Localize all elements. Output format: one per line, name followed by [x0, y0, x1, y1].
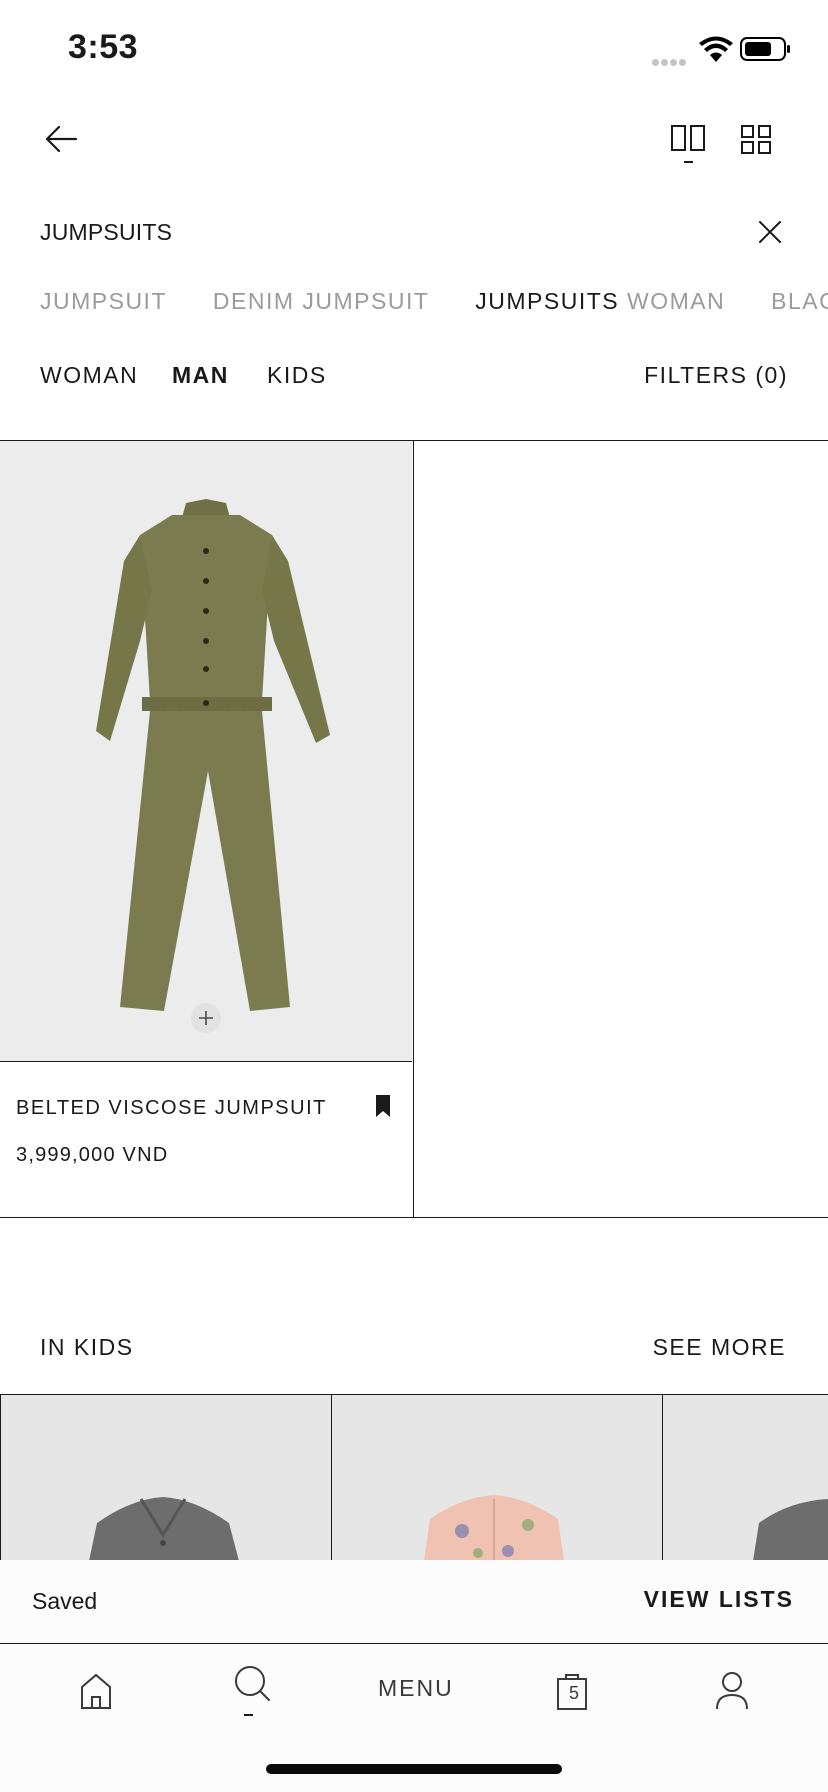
product-name[interactable]: BELTED VISCOSE JUMPSUIT: [16, 1097, 327, 1120]
wifi-icon: [699, 36, 733, 62]
status-time: 3:53: [68, 28, 139, 66]
search-suggestions: JUMPSUIT DENIM JUMPSUIT JUMPSUITS WOMAN …: [40, 288, 828, 322]
kids-product-card[interactable]: [0, 1395, 331, 1560]
section-title: IN KIDS: [40, 1334, 134, 1360]
back-button[interactable]: [40, 118, 82, 160]
saved-label: Saved: [32, 1588, 98, 1614]
suggestion-chip[interactable]: JUMPSUITS WOMAN: [475, 288, 725, 315]
search-bar: [40, 210, 788, 254]
two-column-view-icon[interactable]: [670, 118, 706, 166]
tab-kids[interactable]: KIDS: [267, 362, 327, 389]
back-arrow-icon: [45, 125, 78, 153]
suggestion-chip[interactable]: BLACK JUMPSUIT: [771, 288, 828, 315]
filters-button[interactable]: FILTERS (0): [644, 362, 788, 389]
tab-woman[interactable]: WOMAN: [40, 362, 138, 389]
product-price: 3,999,000 VND: [16, 1144, 169, 1166]
bag-count-badge: 5: [568, 1683, 579, 1703]
suggestion-chip[interactable]: JUMPSUIT: [40, 288, 167, 315]
search-icon: [235, 1666, 270, 1716]
close-icon[interactable]: [756, 218, 784, 246]
cardigan-image: [1, 1395, 331, 1560]
view-lists-button[interactable]: VIEW LISTS: [644, 1586, 794, 1613]
tab-man[interactable]: MAN: [172, 362, 229, 389]
nav-home[interactable]: [66, 1661, 126, 1721]
four-column-view-icon[interactable]: [738, 118, 774, 154]
jumpsuit-image: [0, 441, 412, 1061]
home-indicator: [266, 1764, 562, 1774]
suggestion-chip[interactable]: DENIM JUMPSUIT: [213, 288, 430, 315]
search-input[interactable]: [40, 210, 680, 254]
product-image[interactable]: [0, 441, 412, 1062]
see-more-link[interactable]: SEE MORE: [653, 1334, 786, 1361]
saved-toast: Saved VIEW LISTS: [0, 1560, 828, 1644]
kids-product-card[interactable]: [662, 1395, 828, 1560]
kids-product-strip: [0, 1394, 828, 1560]
plus-icon[interactable]: [190, 1002, 222, 1034]
nav-menu[interactable]: MENU: [378, 1675, 454, 1702]
user-icon: [716, 1672, 748, 1710]
floral-cardigan-image: [332, 1395, 662, 1560]
category-tabs: WOMAN MAN KIDS FILTERS (0): [40, 362, 788, 396]
status-bar: 3:53: [0, 0, 828, 100]
home-icon: [81, 1673, 111, 1709]
bookmark-icon[interactable]: [374, 1094, 392, 1118]
cellular-signal-icon: [652, 53, 692, 66]
nav-search[interactable]: [222, 1661, 282, 1721]
battery-icon: [740, 37, 790, 61]
nav-account[interactable]: [702, 1661, 762, 1721]
kids-product-card[interactable]: [331, 1395, 662, 1560]
cardigan-image: [663, 1395, 828, 1560]
